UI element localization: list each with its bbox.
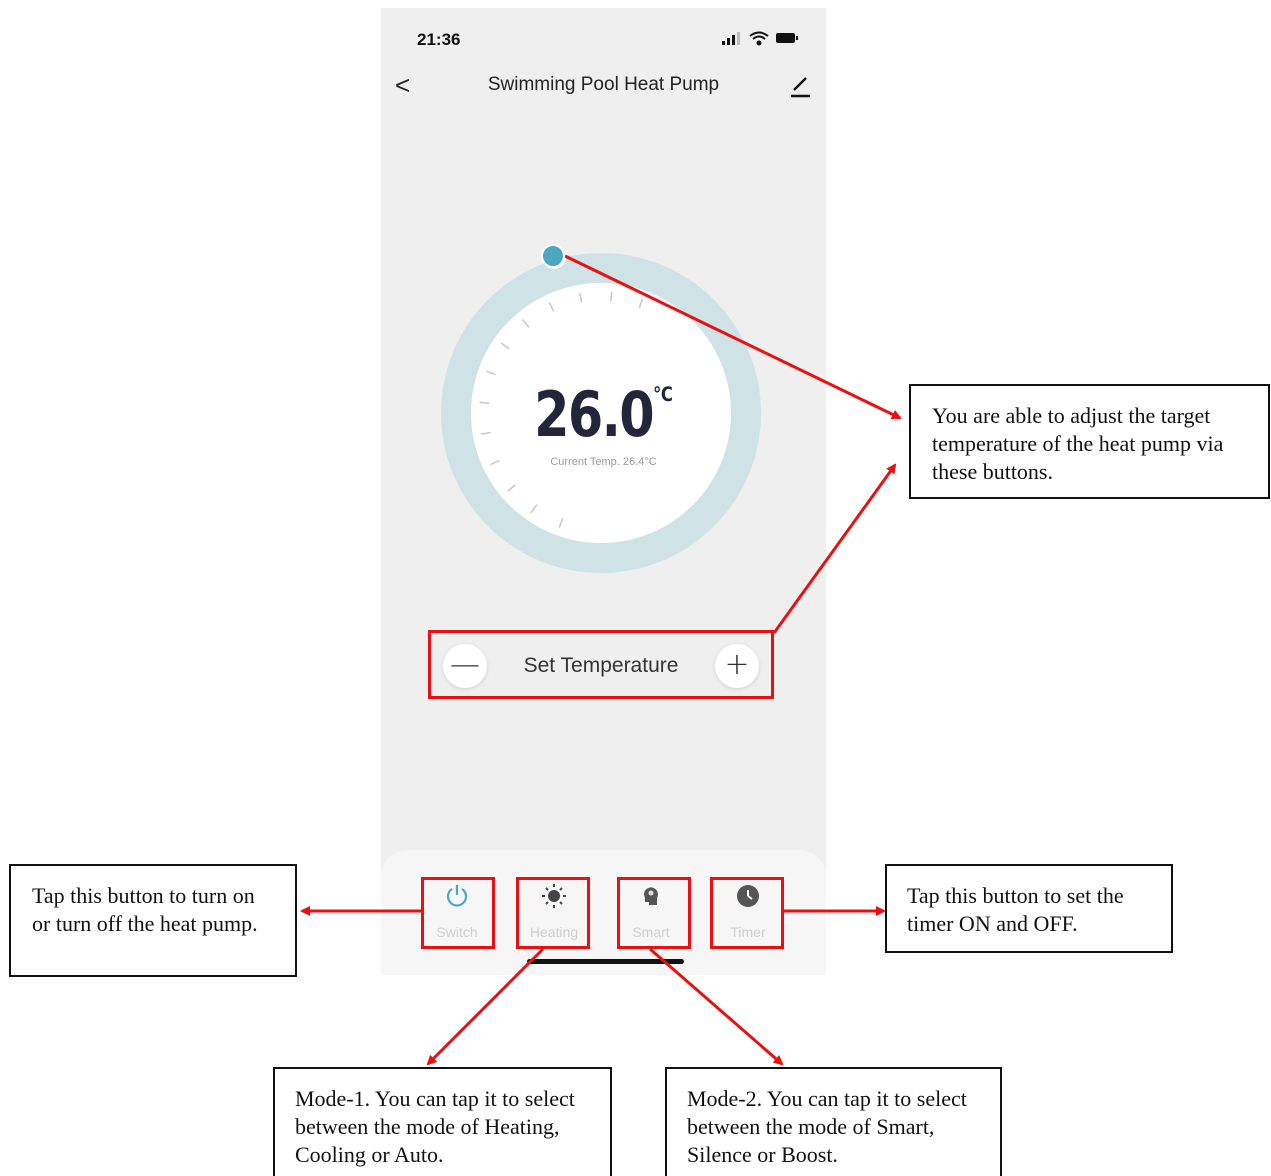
temperature-dial[interactable]: 26.0℃ Current Temp. 26.4°C [431, 243, 776, 588]
target-temperature-value: 26.0 [534, 378, 655, 451]
highlight-set-temperature [428, 630, 774, 699]
callout-target-temperature: You are able to adjust the target temper… [909, 384, 1270, 499]
wifi-icon [749, 31, 769, 46]
pencil-icon[interactable] [788, 72, 812, 98]
dial-tick [610, 291, 613, 302]
phone-screen: 21:36 < Swimming Pool Heat Pump 26.0℃ Cu… [381, 8, 826, 975]
battery-icon [776, 33, 798, 43]
temperature-unit: ℃ [653, 382, 673, 406]
callout-switch: Tap this button to turn on or turn off t… [9, 864, 297, 977]
callout-timer: Tap this button to set the timer ON and … [885, 864, 1173, 953]
signal-icon [722, 32, 740, 45]
callout-mode-2: Mode-2. You can tap it to select between… [665, 1067, 1002, 1176]
callout-mode-1: Mode-1. You can tap it to select between… [273, 1067, 612, 1176]
target-temperature: 26.0℃ [462, 378, 745, 451]
status-time: 21:36 [417, 30, 461, 49]
status-icons [722, 31, 798, 46]
highlight-timer [710, 877, 784, 949]
current-temperature: Current Temp. 26.4°C [550, 456, 657, 468]
dial-handle[interactable] [541, 244, 567, 270]
highlight-switch [421, 877, 495, 949]
highlight-heating [516, 877, 590, 949]
home-indicator [527, 959, 684, 964]
page-title: Swimming Pool Heat Pump [487, 74, 720, 95]
highlight-smart [617, 877, 691, 949]
